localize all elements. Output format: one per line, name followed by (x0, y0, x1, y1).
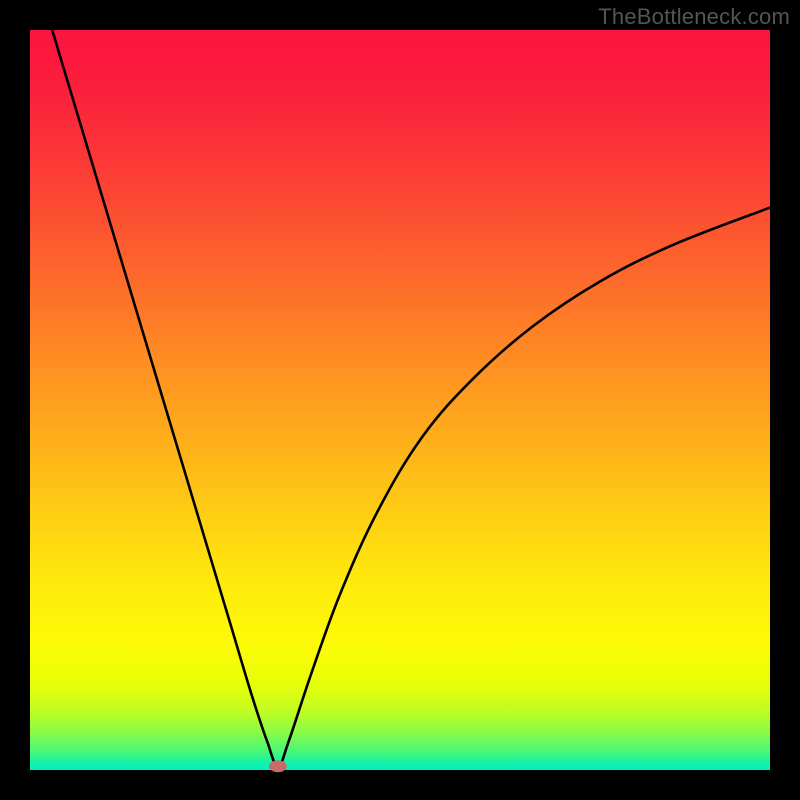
bottleneck-chart (30, 30, 770, 770)
watermark-text: TheBottleneck.com (598, 4, 790, 30)
optimal-point-marker (269, 760, 287, 772)
plot-area (30, 30, 770, 770)
bottleneck-curve (52, 30, 770, 766)
page-root: TheBottleneck.com (0, 0, 800, 800)
